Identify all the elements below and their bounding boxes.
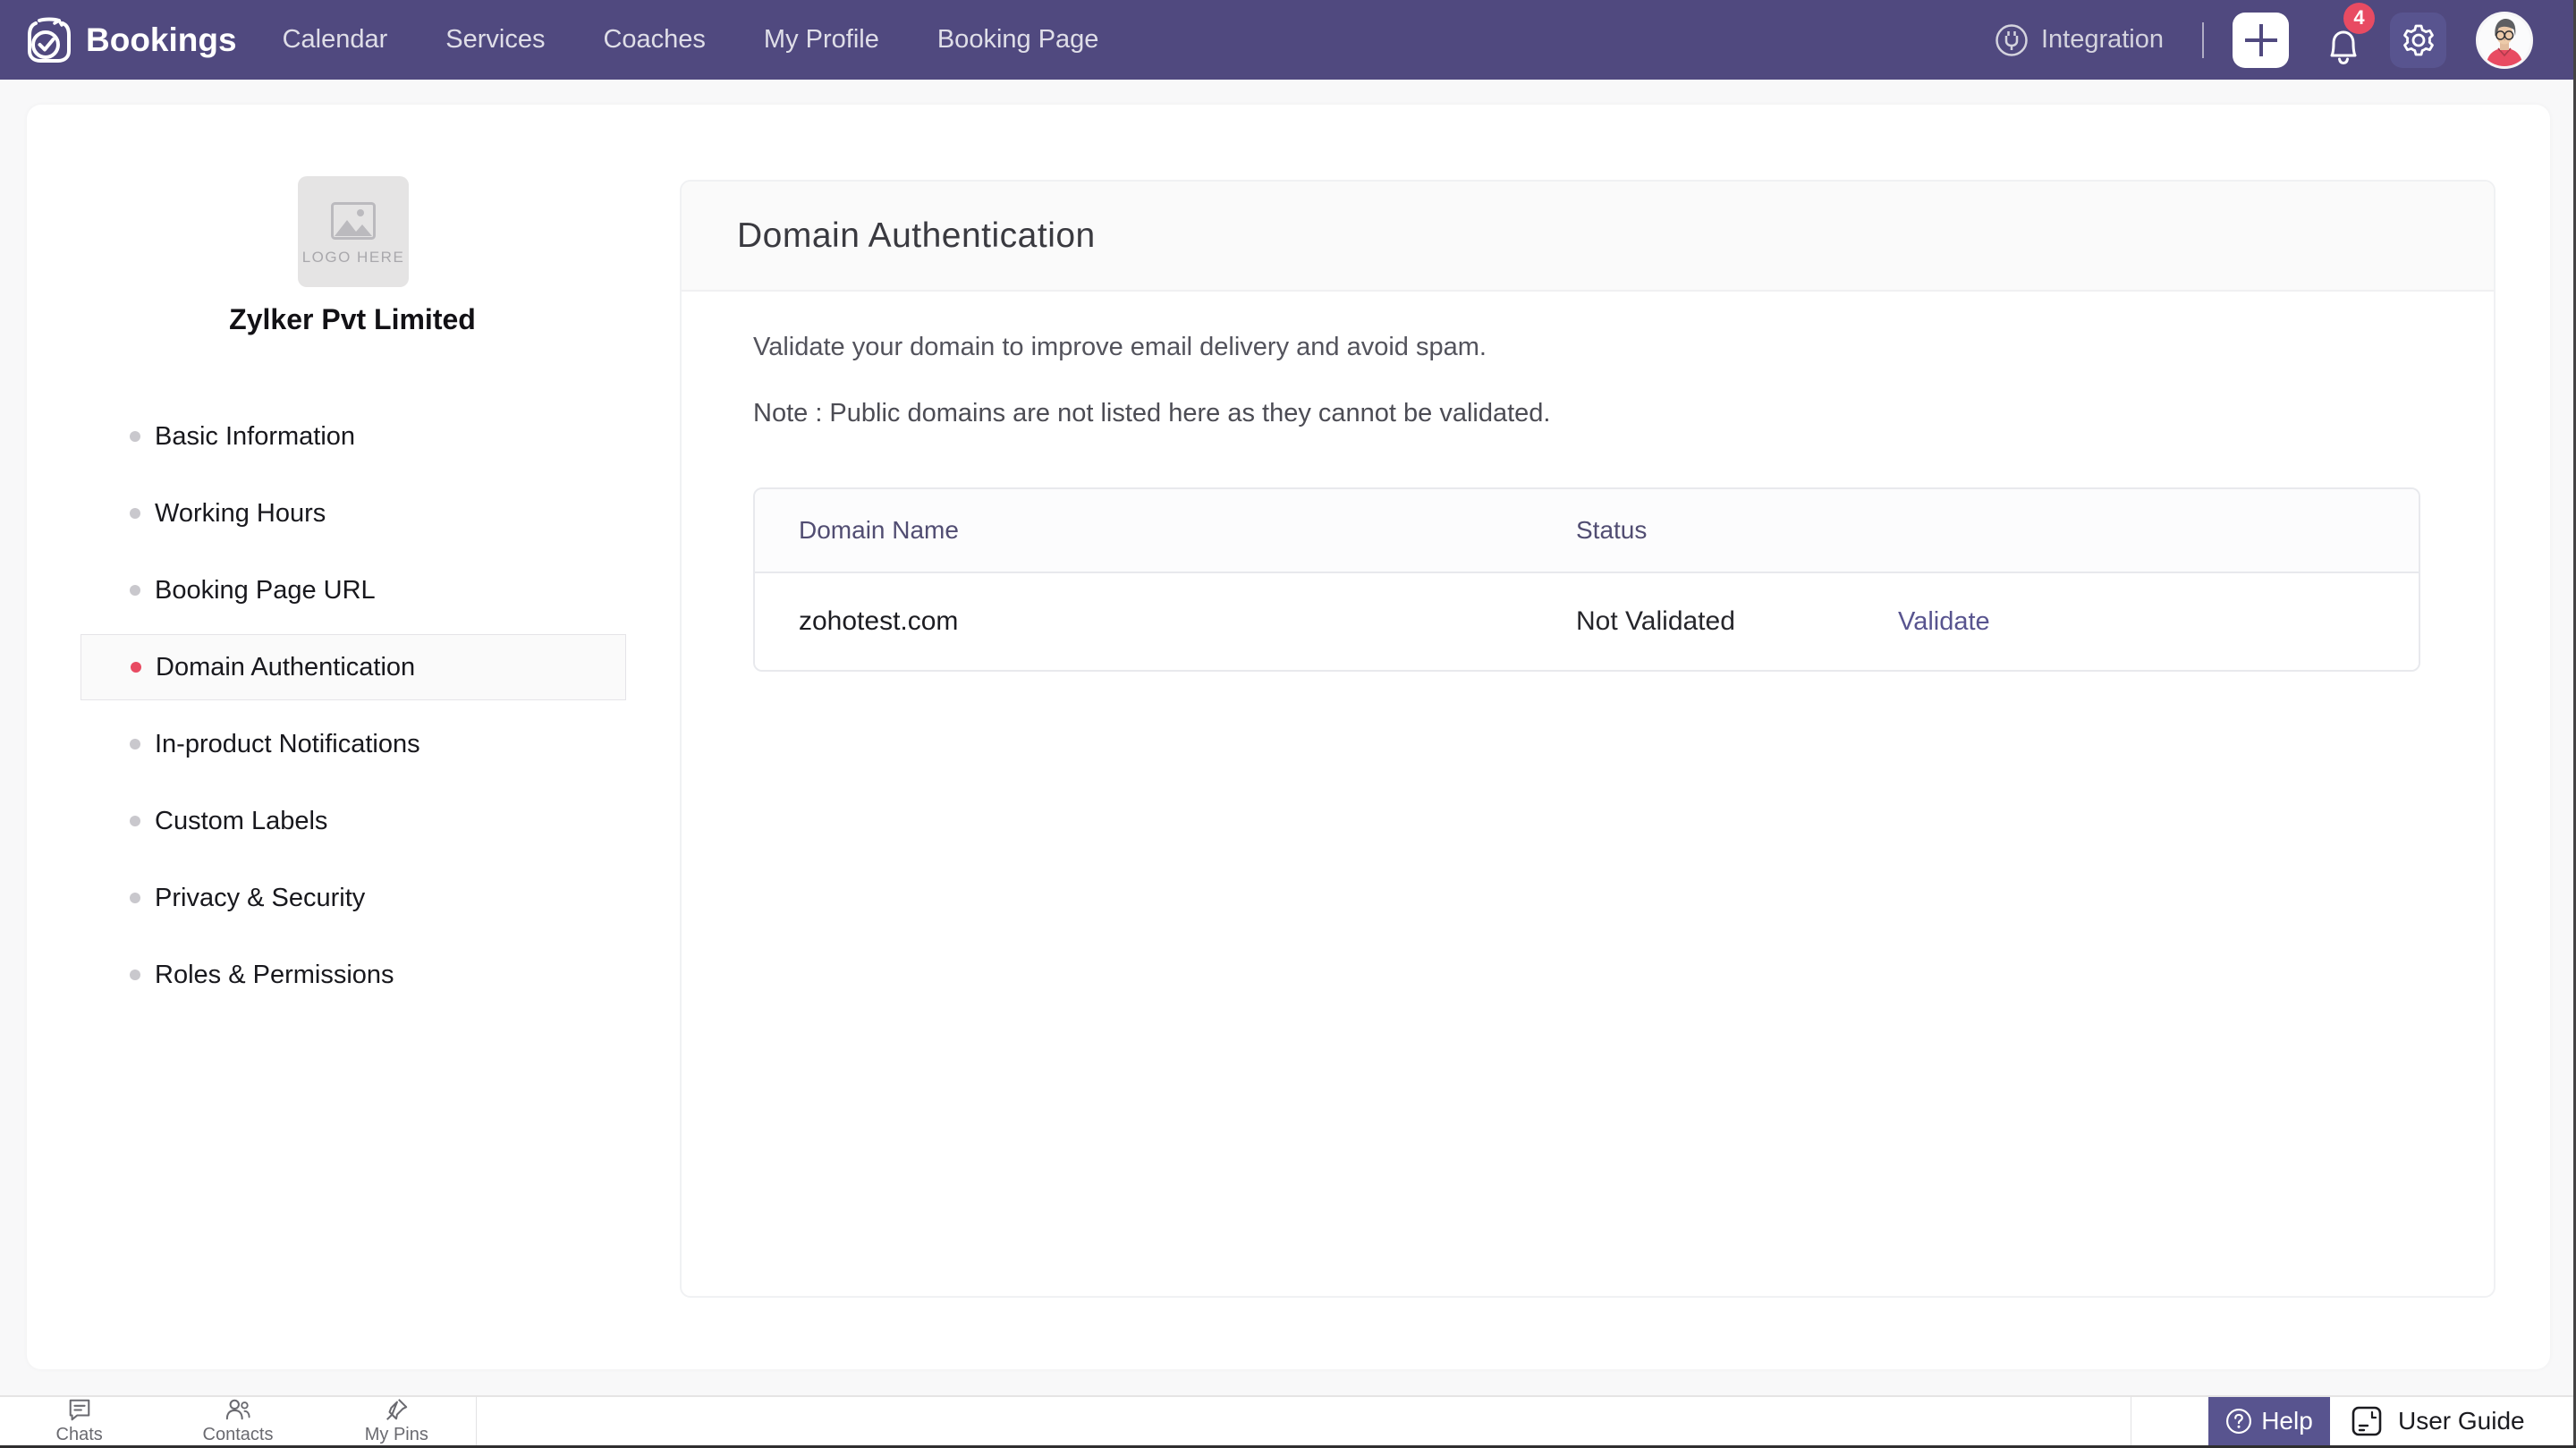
sidebar-item-domain-authentication[interactable]: Domain Authentication [80,634,626,700]
nav-calendar[interactable]: Calendar [283,25,388,55]
contacts-button[interactable]: Contacts [158,1397,317,1445]
nav-booking-page[interactable]: Booking Page [937,25,1099,55]
plus-icon [2241,21,2281,60]
settings-menu: Basic Information Working Hours Booking Pa… [80,403,626,1019]
panel-note: Note : Public domains are not listed her… [753,399,2422,428]
image-placeholder-icon [331,202,376,240]
brand[interactable]: Bookings [27,17,237,64]
user-avatar[interactable] [2476,12,2533,69]
col-header-domain-name: Domain Name [755,516,1576,545]
panel-description: Validate your domain to improve email de… [753,333,2422,362]
domain-authentication-panel: Domain Authentication Validate your doma… [680,180,2496,1298]
user-guide-icon [2350,1404,2384,1438]
sidebar-item-booking-page-url[interactable]: Booking Page URL [80,557,626,623]
table-row: zohotest.com Not Validated Validate [755,573,2419,670]
company-name: Zylker Pvt Limited [84,303,621,336]
status-cell: Not Validated [1576,606,1898,637]
sidebar-item-in-product-notifications[interactable]: In-product Notifications [80,711,626,777]
chat-icon [66,1397,93,1422]
panel-header: Domain Authentication [682,182,2494,292]
domain-name-cell: zohotest.com [755,606,1576,637]
sidebar-item-roles-permissions[interactable]: Roles & Permissions [80,942,626,1008]
contacts-icon [224,1397,252,1422]
nav-coaches[interactable]: Coaches [603,25,705,55]
pin-icon [383,1397,410,1422]
integration-label: Integration [2041,25,2164,55]
bullet-dot [130,739,140,749]
settings-card: LOGO HERE Zylker Pvt Limited Basic Infor… [27,105,2550,1369]
sidebar-item-basic-information[interactable]: Basic Information [80,403,626,470]
help-icon [2225,1408,2252,1435]
panel-title: Domain Authentication [737,216,1096,256]
sidebar-item-privacy-security[interactable]: Privacy & Security [80,865,626,931]
user-guide-button[interactable]: User Guide [2350,1397,2525,1445]
notification-badge: 4 [2343,3,2375,34]
sidebar-item-custom-labels[interactable]: Custom Labels [80,788,626,854]
bullet-dot [130,816,140,826]
settings-button[interactable] [2390,13,2446,68]
nav-services[interactable]: Services [445,25,545,55]
user-guide-label: User Guide [2398,1407,2525,1435]
notifications-button[interactable]: 4 [2324,14,2363,66]
top-navigation-bar: Bookings Calendar Services Coaches My Pr… [0,0,2576,80]
add-button[interactable] [2233,13,2289,68]
bookings-logo-icon [27,17,72,64]
bullet-dot [130,585,140,596]
bullet-dot [130,508,140,519]
logo-placeholder-label: LOGO HERE [302,249,405,267]
chats-button[interactable]: Chats [0,1397,158,1445]
bullet-dot [130,893,140,903]
validate-link[interactable]: Validate [1898,607,1990,636]
bullet-dot [130,970,140,980]
topbar-separator [2202,22,2204,58]
sidebar-item-working-hours[interactable]: Working Hours [80,480,626,546]
active-bullet-dot [131,662,141,673]
main-nav: Calendar Services Coaches My Profile Boo… [283,25,1099,55]
col-header-status: Status [1576,516,1898,545]
company-logo-placeholder[interactable]: LOGO HERE [298,176,409,287]
help-button[interactable]: Help [2208,1397,2330,1445]
bullet-dot [130,431,140,442]
integration-button[interactable]: Integration [1995,23,2164,57]
bottom-bar: Chats Contacts My Pins Help [0,1395,2576,1445]
plug-icon [1995,23,2029,57]
nav-my-profile[interactable]: My Profile [764,25,879,55]
my-pins-button[interactable]: My Pins [318,1397,476,1445]
brand-name: Bookings [86,21,237,59]
help-label: Help [2261,1407,2313,1435]
footer-apps: Chats Contacts My Pins [0,1397,477,1445]
table-header-row: Domain Name Status [755,489,2419,573]
gear-icon [2401,22,2436,58]
domains-table: Domain Name Status zohotest.com Not Vali… [753,487,2420,672]
